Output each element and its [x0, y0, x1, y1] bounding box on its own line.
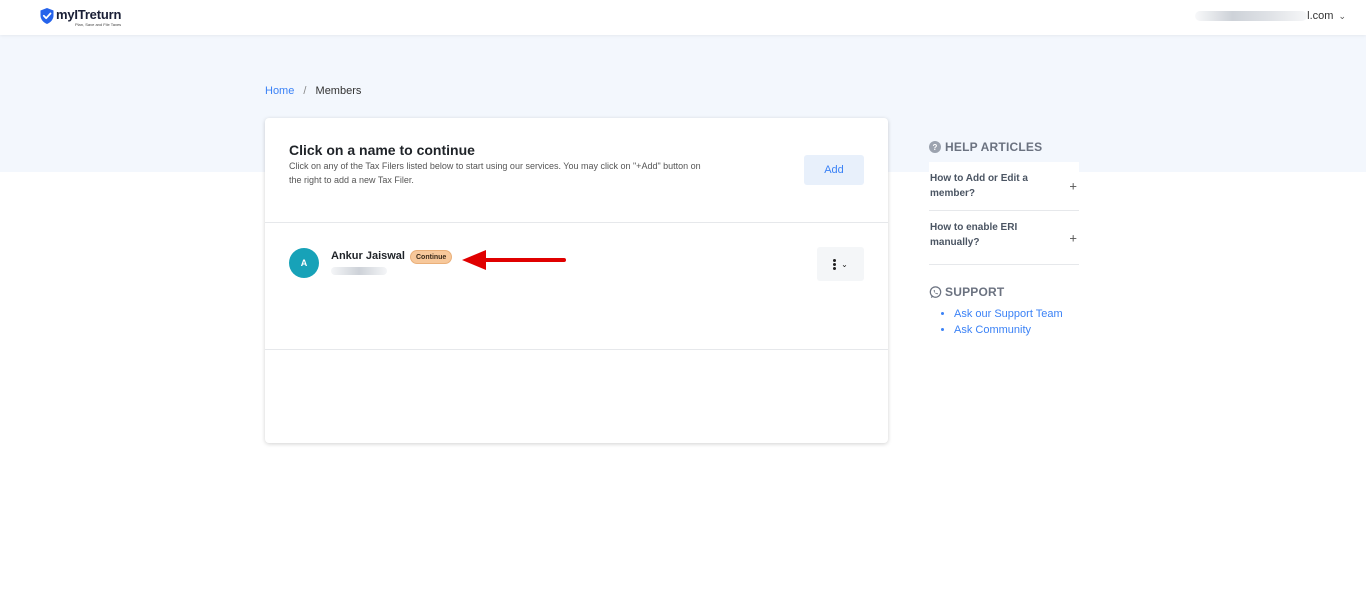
breadcrumb-separator: / [303, 85, 307, 97]
plus-icon[interactable]: + [1069, 230, 1077, 245]
annotation-arrow-icon [462, 250, 566, 270]
account-menu[interactable]: l.com ⌄ [1195, 10, 1346, 22]
help-articles-panel: ? HELP ARTICLES How to Add or Edit a mem… [929, 140, 1079, 265]
add-member-button[interactable]: Add [804, 155, 864, 185]
support-title: SUPPORT [945, 285, 1005, 299]
logo-text: myITreturn [56, 7, 122, 22]
member-name[interactable]: Ankur Jaiswal [331, 250, 405, 262]
avatar[interactable]: A [289, 248, 319, 278]
support-panel: SUPPORT Ask our Support Team Ask Communi… [929, 285, 1089, 338]
member-actions-menu[interactable]: ⌄ [817, 247, 864, 281]
chevron-down-icon: ⌄ [1338, 10, 1346, 21]
help-article-item[interactable]: How to Add or Edit a member? + [929, 162, 1079, 211]
whatsapp-icon [929, 285, 942, 298]
support-links: Ask our Support Team Ask Community [954, 306, 1089, 338]
plus-icon[interactable]: + [1069, 179, 1077, 194]
help-articles-heading: ? HELP ARTICLES [929, 140, 1079, 154]
support-heading: SUPPORT [929, 285, 1089, 299]
member-details-redacted [331, 267, 387, 275]
help-article-label: How to Add or Edit a member? [930, 173, 1028, 199]
breadcrumb-current: Members [315, 85, 362, 97]
list-item: Ask Community [954, 322, 1089, 338]
members-card-header: Click on a name to continue Click on any… [265, 118, 888, 223]
breadcrumb-home-link[interactable]: Home [265, 85, 294, 97]
help-article-item[interactable]: How to enable ERI manually? + [929, 211, 1079, 265]
breadcrumb: Home / Members [265, 85, 361, 97]
account-email-redacted [1195, 11, 1308, 21]
top-navbar: myITreturn Plan, Save and File Taxes l.c… [0, 0, 1366, 35]
community-link[interactable]: Ask Community [954, 324, 1031, 336]
support-team-link[interactable]: Ask our Support Team [954, 308, 1063, 320]
members-card: Click on a name to continue Click on any… [265, 118, 888, 443]
status-badge[interactable]: Continue [410, 250, 453, 264]
page-subtitle: Click on any of the Tax Filers listed be… [289, 161, 701, 185]
account-email-suffix: l.com [1307, 10, 1334, 22]
kebab-menu-icon [833, 258, 837, 270]
help-articles-title: HELP ARTICLES [945, 140, 1043, 154]
brand-logo[interactable]: myITreturn Plan, Save and File Taxes [40, 8, 121, 27]
page-title: Click on a name to continue [289, 142, 475, 158]
chevron-down-icon: ⌄ [841, 259, 848, 269]
question-circle-icon: ? [929, 141, 941, 153]
help-articles-list: How to Add or Edit a member? + How to en… [929, 162, 1079, 265]
list-item: Ask our Support Team [954, 306, 1089, 322]
help-article-label: How to enable ERI manually? [930, 222, 1018, 248]
shield-check-icon [40, 8, 54, 24]
logo-tagline: Plan, Save and File Taxes [75, 22, 122, 27]
member-row[interactable]: A Ankur Jaiswal Continue ⌄ [265, 223, 888, 350]
